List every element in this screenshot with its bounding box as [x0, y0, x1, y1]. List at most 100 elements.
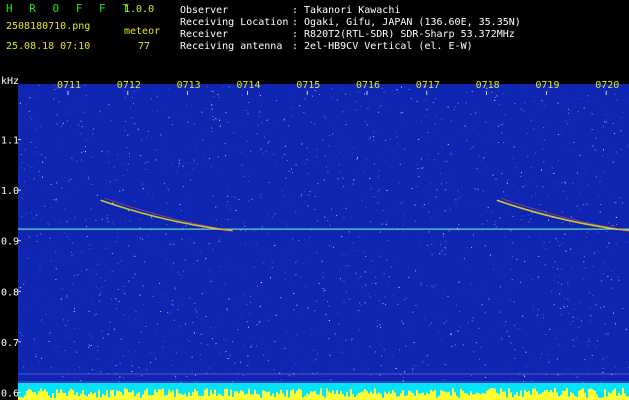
noise-speck	[520, 281, 522, 283]
noise-speck	[382, 303, 384, 305]
bottom-band-spike	[410, 391, 412, 400]
noise-speck	[35, 353, 37, 355]
noise-speck	[442, 297, 443, 299]
noise-speck	[145, 369, 147, 371]
noise-speck	[101, 286, 103, 288]
bottom-band-spike	[508, 388, 510, 400]
noise-speck	[111, 298, 113, 300]
noise-speck	[376, 325, 378, 327]
noise-speck	[540, 321, 542, 323]
noise-speck	[377, 175, 379, 177]
bottom-band-spike	[130, 392, 132, 400]
bottom-band-spike	[294, 393, 296, 400]
noise-speck	[472, 317, 474, 319]
noise-speck	[371, 260, 373, 262]
noise-speck	[237, 372, 239, 374]
noise-speck	[555, 338, 557, 339]
noise-speck	[388, 276, 390, 278]
noise-speck	[547, 195, 549, 197]
noise-speck	[545, 232, 547, 234]
noise-speck	[94, 314, 96, 316]
noise-speck	[394, 287, 396, 289]
noise-speck	[131, 117, 133, 119]
noise-speck	[607, 334, 609, 336]
noise-speck	[579, 154, 581, 156]
noise-speck	[259, 305, 261, 307]
bottom-band-spike	[114, 395, 116, 400]
noise-speck	[276, 276, 278, 278]
noise-speck	[261, 105, 262, 107]
noise-speck	[333, 246, 334, 248]
noise-speck	[501, 173, 503, 175]
bottom-band-spike	[304, 395, 306, 400]
noise-speck	[385, 304, 386, 306]
noise-speck	[491, 211, 493, 213]
bottom-band-spike	[188, 392, 190, 400]
noise-speck	[484, 364, 486, 366]
noise-speck	[604, 262, 605, 264]
noise-speck	[215, 327, 217, 328]
noise-speck	[378, 97, 379, 99]
noise-speck	[96, 264, 98, 266]
noise-speck	[18, 265, 20, 267]
noise-speck	[73, 355, 75, 357]
noise-speck	[219, 125, 221, 127]
noise-speck	[195, 309, 196, 311]
noise-speck	[287, 125, 289, 127]
noise-speck	[31, 166, 33, 168]
noise-speck	[391, 167, 393, 168]
bottom-band-spike	[246, 393, 248, 400]
bottom-band-spike	[258, 394, 260, 400]
noise-speck	[578, 327, 580, 328]
noise-speck	[457, 190, 459, 192]
noise-speck	[395, 348, 397, 350]
noise-speck	[217, 94, 219, 96]
noise-speck	[590, 319, 592, 321]
noise-speck	[242, 375, 244, 376]
noise-speck	[106, 217, 108, 219]
noise-speck	[31, 84, 33, 86]
noise-speck	[195, 374, 196, 376]
bottom-band-spike	[128, 392, 130, 400]
noise-speck	[167, 159, 169, 161]
noise-speck	[401, 86, 402, 88]
noise-speck	[166, 202, 168, 204]
noise-speck	[185, 225, 187, 227]
noise-speck	[428, 231, 430, 233]
noise-speck	[591, 113, 593, 115]
noise-speck	[200, 342, 202, 344]
noise-speck	[356, 91, 358, 93]
noise-speck	[76, 160, 78, 162]
noise-speck	[291, 367, 293, 369]
bottom-band-spike	[236, 391, 238, 400]
bottom-band-spike	[464, 393, 466, 400]
bottom-band-spike	[492, 388, 494, 400]
noise-speck	[327, 301, 328, 302]
noise-speck	[134, 273, 136, 275]
noise-speck	[321, 260, 323, 262]
noise-speck	[586, 369, 588, 371]
noise-speck	[402, 376, 404, 378]
noise-speck	[180, 303, 182, 305]
noise-speck	[172, 265, 174, 267]
noise-speck	[361, 286, 363, 288]
noise-speck	[179, 204, 181, 205]
noise-speck	[538, 132, 540, 134]
bottom-band-spike	[500, 388, 502, 400]
noise-speck	[387, 281, 389, 283]
noise-speck	[154, 92, 156, 93]
noise-speck	[430, 182, 432, 184]
noise-speck	[586, 203, 588, 205]
noise-speck	[113, 166, 115, 168]
noise-speck	[84, 146, 86, 148]
noise-speck	[302, 142, 304, 144]
bottom-band-spike	[396, 396, 398, 400]
bottom-band-spike	[390, 393, 392, 400]
bottom-band-spike	[190, 395, 192, 400]
bottom-band-spike	[68, 391, 70, 400]
noise-speck	[248, 312, 250, 314]
noise-speck	[67, 295, 69, 297]
noise-speck	[217, 293, 219, 295]
noise-speck	[451, 346, 453, 348]
noise-speck	[592, 145, 594, 147]
